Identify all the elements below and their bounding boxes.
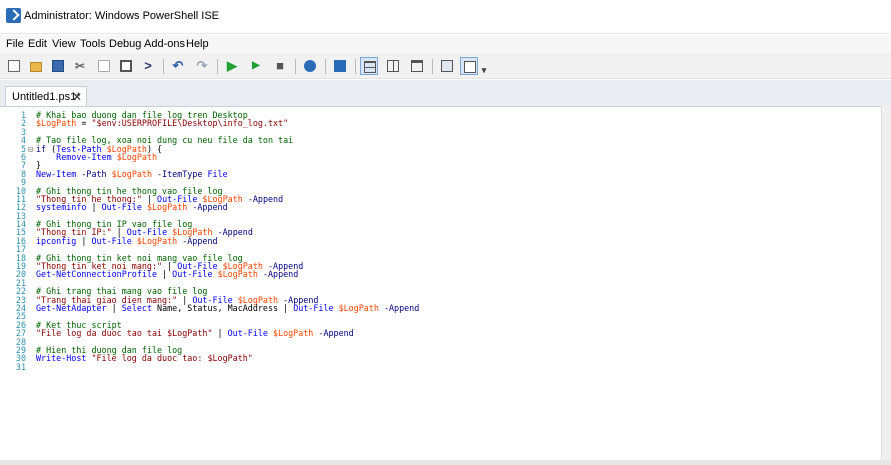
run-selection-icon[interactable]: ▶ <box>247 57 265 75</box>
code-line: 24 Get-NetAdapter | Select Name, Status, … <box>0 304 881 313</box>
line-number: 31 <box>15 361 26 372</box>
show-script-pane-right-icon[interactable] <box>384 57 402 75</box>
menu-file[interactable]: File <box>6 38 24 50</box>
code-line: 2 $LogPath = "$env:USERPROFILE\Desktop\in… <box>0 119 881 128</box>
stop-icon[interactable]: ■ <box>271 57 289 75</box>
collapse-icon[interactable]: ⊟ <box>28 144 34 153</box>
new-file-icon[interactable] <box>5 57 23 75</box>
copy-icon[interactable] <box>95 57 113 75</box>
clear-console-icon[interactable]: > <box>139 57 157 75</box>
toolbar-separator <box>217 59 218 74</box>
redo-icon[interactable]: ↷ <box>193 57 211 75</box>
code-line: 20 Get-NetConnectionProfile | Out-File $L… <box>0 270 881 279</box>
code-text: systeminfo | Out-File $LogPath -Append <box>36 203 228 211</box>
toolbar-separator <box>163 59 164 74</box>
customize-toolbar-icon[interactable]: ▾ <box>479 57 489 75</box>
code-text: ipconfig | Out-File $LogPath -Append <box>36 237 218 245</box>
window-title: Administrator: Windows PowerShell ISE <box>24 10 220 22</box>
show-script-pane-top-icon[interactable] <box>360 57 378 75</box>
code-text: Get-NetAdapter | Select Name, Status, Ma… <box>36 304 419 312</box>
show-command-addon-icon[interactable] <box>460 57 478 75</box>
toolbar: ✂ > ↶ ↷ ▶ ▶ ■ ▾ <box>0 53 891 79</box>
menu-view[interactable]: View <box>52 38 76 50</box>
code-text: Write-Host "File log da duoc tao: $LogPa… <box>36 354 253 362</box>
show-script-pane-maximized-icon[interactable] <box>408 57 426 75</box>
editor-body: 1 # Khai bao duong dan file log tren Desk… <box>0 111 881 372</box>
toolbar-separator <box>355 59 356 74</box>
menu-add-ons[interactable]: Add-ons <box>144 38 185 50</box>
show-command-window-icon[interactable] <box>438 57 456 75</box>
toolbar-separator <box>432 59 433 74</box>
tab-strip: Untitled1.ps1* ✕ <box>0 80 891 107</box>
powershell-icon <box>6 8 21 23</box>
code-line: 27 "File log da duoc tao tai $LogPath" | … <box>0 329 881 338</box>
code-text: Get-NetConnectionProfile | Out-File $Log… <box>36 270 298 278</box>
code-line: 25 <box>0 312 881 321</box>
menu-tools[interactable]: Tools <box>80 38 106 50</box>
code-line: 12 systeminfo | Out-File $LogPath -Append <box>0 203 881 212</box>
code-text: "File log da duoc tao tai $LogPath" | Ou… <box>36 329 354 337</box>
title-bar: Administrator: Windows PowerShell ISE <box>0 0 891 34</box>
remote-powershell-icon[interactable] <box>301 57 319 75</box>
menu-bar: File Edit View Tools Debug Add-ons Help <box>0 35 891 53</box>
script-editor[interactable]: 1 # Khai bao duong dan file log tren Desk… <box>0 106 881 460</box>
run-script-icon[interactable]: ▶ <box>223 57 241 75</box>
paste-icon[interactable] <box>117 57 135 75</box>
tab-label: Untitled1.ps1* <box>12 91 81 103</box>
tab-untitled1[interactable]: Untitled1.ps1* ✕ <box>5 86 87 107</box>
horizontal-scrollbar[interactable] <box>0 460 891 465</box>
menu-edit[interactable]: Edit <box>28 38 47 50</box>
code-text: New-Item -Path $LogPath -ItemType File <box>36 170 228 178</box>
code-line: 16 ipconfig | Out-File $LogPath -Append <box>0 236 881 245</box>
code-line: 6 Remove-Item $LogPath <box>0 153 881 162</box>
menu-debug[interactable]: Debug <box>109 38 141 50</box>
vertical-scrollbar[interactable] <box>881 106 891 460</box>
save-icon[interactable] <box>49 57 67 75</box>
code-line: 30 Write-Host "File log da duoc tao: $Log… <box>0 354 881 363</box>
code-text: $LogPath = "$env:USERPROFILE\Desktop\inf… <box>36 119 288 127</box>
close-icon[interactable]: ✕ <box>72 90 82 104</box>
open-folder-icon[interactable] <box>27 57 45 75</box>
code-line: 8 New-Item -Path $LogPath -ItemType File <box>0 169 881 178</box>
toolbar-separator <box>325 59 326 74</box>
code-line: 31 <box>0 361 881 372</box>
code-text: Remove-Item $LogPath <box>36 153 157 161</box>
toolbar-separator <box>295 59 296 74</box>
powershell-console-icon[interactable] <box>331 57 349 75</box>
cut-icon[interactable]: ✂ <box>71 57 89 75</box>
menu-help[interactable]: Help <box>186 38 209 50</box>
undo-icon[interactable]: ↶ <box>169 57 187 75</box>
